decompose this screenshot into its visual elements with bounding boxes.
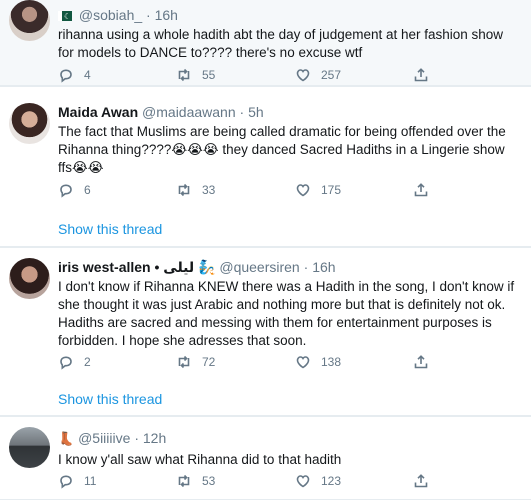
tweet-actions: 2 72 138 — [58, 354, 458, 370]
share-icon — [413, 182, 429, 198]
tweet-header: iris west-allen • ليلى 🧞 @queersiren · 1… — [58, 258, 519, 276]
reply-icon — [58, 67, 74, 83]
timestamp[interactable]: 16h — [155, 7, 178, 23]
tweet-content: Maida Awan @maidaawann · 5h The fact tha… — [58, 103, 519, 177]
reply-button[interactable]: 11 — [58, 473, 96, 489]
retweet-icon — [176, 67, 192, 83]
user-name[interactable]: Maida Awan — [58, 104, 138, 120]
retweet-icon — [176, 473, 192, 489]
avatar[interactable] — [9, 0, 50, 41]
reply-button[interactable]: 2 — [58, 354, 91, 370]
user-handle[interactable]: @queersiren — [219, 259, 299, 275]
retweet-count: 72 — [202, 355, 216, 369]
tweet-text: rihanna using a whole hadith abt the day… — [58, 27, 504, 60]
share-icon — [413, 354, 429, 370]
like-icon — [295, 354, 311, 370]
timestamp[interactable]: 16h — [312, 259, 335, 275]
share-icon — [413, 67, 429, 83]
tweet-text: I don't know if Rihanna KNEW there was a… — [58, 279, 515, 348]
timestamp[interactable]: 12h — [143, 430, 166, 446]
retweet-icon — [176, 182, 192, 198]
tweet-header: @sobiah_ · 16h — [58, 6, 519, 26]
tweet[interactable]: Maida Awan @maidaawann · 5h The fact tha… — [0, 87, 531, 247]
tweet-actions: 6 33 175 — [58, 182, 458, 198]
reply-icon — [58, 182, 74, 198]
timestamp[interactable]: 5h — [248, 104, 264, 120]
retweet-count: 53 — [202, 474, 216, 488]
tweet[interactable]: iris west-allen • ليلى 🧞 @queersiren · 1… — [0, 248, 531, 416]
tweet-content: @sobiah_ · 16h rihanna using a whole had… — [58, 6, 519, 62]
tweet-header: Maida Awan @maidaawann · 5h — [58, 103, 519, 121]
like-button[interactable]: 138 — [295, 354, 341, 370]
separator: · — [134, 430, 139, 446]
user-handle[interactable]: @5iiiiive — [78, 430, 130, 446]
like-icon — [295, 473, 311, 489]
tweet-feed: @sobiah_ · 16h rihanna using a whole had… — [0, 0, 531, 500]
avatar[interactable] — [9, 427, 50, 468]
reply-button[interactable]: 4 — [58, 67, 91, 83]
pakistan-flag-icon — [58, 8, 72, 26]
tweet-text: I know y'all saw what Rihanna did to tha… — [58, 452, 342, 467]
reply-icon — [58, 354, 74, 370]
like-button[interactable]: 257 — [295, 67, 341, 83]
reply-count: 11 — [84, 474, 97, 488]
separator: · — [146, 7, 151, 23]
boot-emoji-icon: 👢 — [58, 432, 75, 447]
share-button[interactable] — [413, 354, 439, 370]
like-button[interactable]: 123 — [295, 473, 341, 489]
like-count: 123 — [321, 474, 342, 488]
user-handle[interactable]: @sobiah_ — [79, 7, 142, 23]
like-icon — [295, 67, 311, 83]
tweet-text: The fact that Muslims are being called d… — [58, 124, 506, 175]
separator: · — [303, 259, 309, 275]
avatar[interactable] — [9, 258, 50, 299]
reply-count: 6 — [84, 183, 91, 197]
separator: · — [239, 104, 245, 120]
tweet[interactable]: @sobiah_ · 16h rihanna using a whole had… — [0, 0, 531, 86]
like-count: 138 — [321, 355, 342, 369]
share-button[interactable] — [413, 182, 439, 198]
retweet-button[interactable]: 53 — [176, 473, 215, 489]
like-button[interactable]: 175 — [295, 182, 341, 198]
reply-button[interactable]: 6 — [58, 182, 91, 198]
user-name[interactable]: iris west-allen • ليلى 🧞 — [58, 259, 215, 275]
retweet-icon — [176, 354, 192, 370]
like-icon — [295, 182, 311, 198]
reply-icon — [58, 473, 74, 489]
reply-count: 2 — [84, 355, 91, 369]
retweet-button[interactable]: 72 — [176, 354, 215, 370]
share-button[interactable] — [413, 473, 439, 489]
show-thread-link[interactable]: Show this thread — [58, 221, 162, 237]
tweet-header: 👢 @5iiiiive · 12h — [58, 429, 519, 449]
avatar[interactable] — [9, 103, 50, 144]
share-button[interactable] — [413, 67, 439, 83]
user-handle[interactable]: @maidaawann — [142, 104, 236, 120]
retweet-button[interactable]: 55 — [176, 67, 215, 83]
retweet-count: 33 — [202, 183, 216, 197]
like-count: 257 — [321, 68, 342, 82]
show-thread-link[interactable]: Show this thread — [58, 391, 162, 407]
tweet-content: iris west-allen • ليلى 🧞 @queersiren · 1… — [58, 258, 519, 350]
retweet-count: 55 — [202, 68, 216, 82]
tweet[interactable]: 👢 @5iiiiive · 12h I know y'all saw what … — [0, 417, 531, 500]
reply-count: 4 — [84, 68, 91, 82]
tweet-actions: 4 55 257 — [58, 67, 458, 83]
tweet-content: 👢 @5iiiiive · 12h I know y'all saw what … — [58, 429, 519, 469]
retweet-button[interactable]: 33 — [176, 182, 215, 198]
like-count: 175 — [321, 183, 342, 197]
tweet-actions: 11 53 123 — [58, 473, 458, 489]
share-icon — [413, 473, 429, 489]
